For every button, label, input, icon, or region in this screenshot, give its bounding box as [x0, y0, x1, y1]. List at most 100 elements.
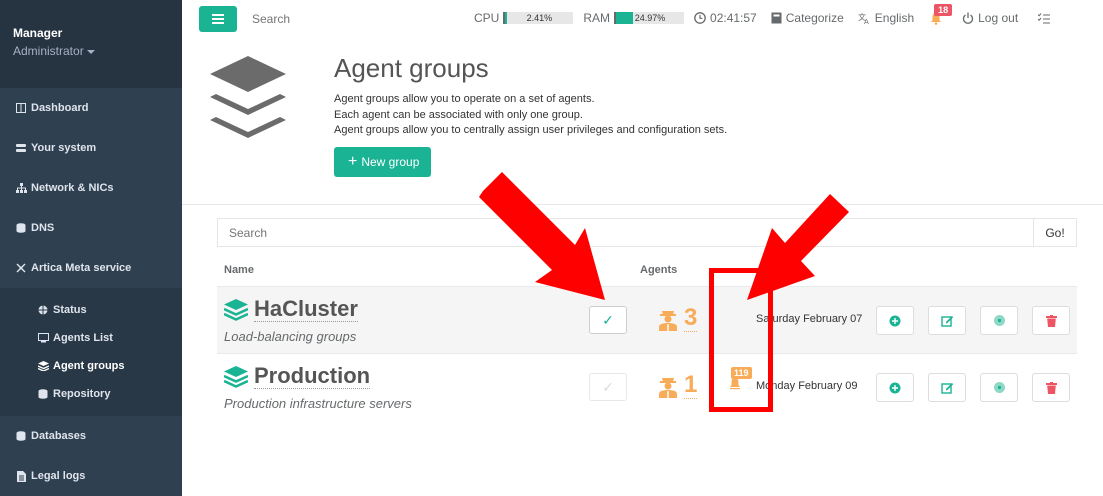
list-check-icon	[1038, 12, 1051, 24]
trash-icon	[1045, 314, 1057, 327]
clock: 02:41:57	[694, 11, 757, 25]
description-line: Agent groups allow you to operate on a s…	[334, 93, 595, 105]
new-group-label: New group	[361, 155, 420, 169]
agent-icon	[659, 310, 677, 331]
database-icon	[15, 430, 27, 442]
table-row: Production Production infrastructure ser…	[217, 354, 1077, 421]
plus-circle-icon	[889, 382, 901, 393]
sidebar-subitem-label: Agents List	[53, 332, 113, 344]
config-button[interactable]	[980, 373, 1018, 402]
desktop-icon	[37, 332, 49, 344]
delete-button[interactable]	[1032, 306, 1070, 335]
layers-icon	[224, 365, 248, 388]
sidebar-item-your-system[interactable]: Your system	[0, 128, 182, 168]
agent-count[interactable]: 1	[657, 372, 698, 399]
sidebar-item-network[interactable]: Network & NICs	[0, 168, 182, 208]
nodes-icon	[15, 262, 27, 274]
sidebar-item-label: Network & NICs	[31, 182, 114, 194]
caret-down-icon	[86, 49, 95, 54]
config-button[interactable]	[980, 306, 1018, 335]
group-name[interactable]: Production	[224, 364, 371, 389]
layers-icon	[37, 360, 49, 372]
user-name: Manager	[13, 26, 63, 40]
add-button[interactable]	[876, 373, 914, 402]
new-group-button[interactable]: + New group	[334, 147, 432, 177]
clock-icon	[694, 12, 706, 24]
table-search-input[interactable]	[218, 219, 1033, 246]
topbar-status: CPU 2.41% RAM 24.97% 02:41:57 Categorize…	[474, 3, 1054, 25]
logout-link[interactable]: Log out	[962, 11, 1018, 25]
user-role[interactable]: Administrator	[13, 44, 182, 58]
language-label: English	[874, 11, 915, 25]
delete-button[interactable]	[1032, 373, 1070, 402]
edit-button[interactable]	[928, 306, 966, 335]
notification-count-badge: 18	[934, 3, 953, 16]
sidebar-item-dns[interactable]: DNS	[0, 208, 182, 248]
sidebar-subitem-agents-list[interactable]: Agents List	[0, 324, 182, 352]
column-header-agents[interactable]: Agents	[640, 264, 677, 276]
ram-meter: 24.97%	[614, 12, 685, 24]
sidebar-item-legal-logs[interactable]: Legal logs	[0, 456, 182, 496]
group-name-link[interactable]: HaCluster	[254, 297, 358, 322]
sidebar-item-label: Dashboard	[31, 102, 89, 114]
translate-icon: 文A	[858, 12, 871, 24]
table-row: HaCluster Load-balancing groups ✓ 3 Satu…	[217, 287, 1077, 354]
go-button[interactable]: Go!	[1033, 219, 1076, 246]
column-header-name[interactable]: Name	[224, 264, 254, 276]
sidebar-item-dashboard[interactable]: Dashboard	[0, 88, 182, 128]
power-icon	[962, 12, 974, 24]
group-name[interactable]: HaCluster	[224, 297, 358, 322]
database-icon	[15, 222, 27, 234]
notifications[interactable]: 18	[930, 3, 953, 25]
check-icon: ✓	[602, 311, 614, 328]
sidebar-subitem-label: Agent groups	[53, 360, 125, 372]
sidebar-item-artica-meta[interactable]: Artica Meta service	[0, 248, 182, 288]
sidebar: Manager Administrator Dashboard Your sys…	[0, 0, 182, 496]
language-selector[interactable]: 文A English	[858, 11, 914, 25]
categorize-link[interactable]: Categorize	[771, 11, 844, 25]
page-title: Agent groups	[334, 53, 489, 83]
ram-label: RAM	[583, 11, 611, 25]
agent-count-value[interactable]: 1	[684, 372, 698, 399]
sidebar-subitem-repository[interactable]: Repository	[0, 380, 182, 408]
sidebar-subitem-label: Repository	[53, 388, 111, 400]
plus-icon: +	[348, 153, 358, 170]
add-button[interactable]	[876, 306, 914, 335]
sidebar-item-label: Artica Meta service	[31, 262, 132, 274]
select-checkbox[interactable]: ✓	[589, 306, 627, 334]
table-search: Go!	[217, 218, 1077, 247]
profile-block[interactable]: Manager Administrator	[0, 0, 182, 88]
columns-icon	[15, 102, 27, 114]
page-header: Agent groups Agent groups allow you to o…	[182, 40, 1103, 205]
agent-count[interactable]: 3	[657, 305, 698, 332]
clock-text: 02:41:57	[710, 11, 757, 25]
disc-icon	[993, 382, 1005, 393]
file-icon	[15, 470, 27, 482]
cpu-label: CPU	[474, 11, 500, 25]
cpu-meter: 2.41%	[503, 12, 574, 24]
description-line: Agent groups allow you to centrally assi…	[334, 124, 728, 136]
select-checkbox[interactable]: ✓	[589, 373, 627, 401]
layers-icon	[208, 54, 288, 153]
book-icon	[771, 12, 782, 24]
agent-count-value[interactable]: 3	[684, 305, 698, 332]
group-name-link[interactable]: Production	[254, 364, 371, 389]
menu-toggle-button[interactable]	[199, 6, 237, 32]
hamburger-icon	[212, 14, 224, 24]
sidebar-item-label: Your system	[31, 142, 97, 154]
page-description: Agent groups allow you to operate on a s…	[334, 92, 727, 139]
check-icon: ✓	[602, 378, 614, 395]
edit-button[interactable]	[928, 373, 966, 402]
plus-circle-icon	[889, 315, 901, 326]
sidebar-item-label: DNS	[31, 222, 55, 234]
sidebar-item-databases[interactable]: Databases	[0, 416, 182, 456]
sidebar-item-label: Databases	[31, 430, 87, 442]
sidebar-subitem-label: Status	[53, 304, 87, 316]
annotation-highlight-box	[709, 268, 773, 412]
top-search-input[interactable]	[252, 12, 432, 26]
sidebar-subitem-status[interactable]: Status	[0, 296, 182, 324]
group-description: Production infrastructure servers	[224, 396, 412, 411]
trash-icon	[1045, 381, 1057, 394]
tasks-button[interactable]	[1038, 12, 1054, 24]
sidebar-subitem-agent-groups[interactable]: Agent groups	[0, 352, 182, 380]
